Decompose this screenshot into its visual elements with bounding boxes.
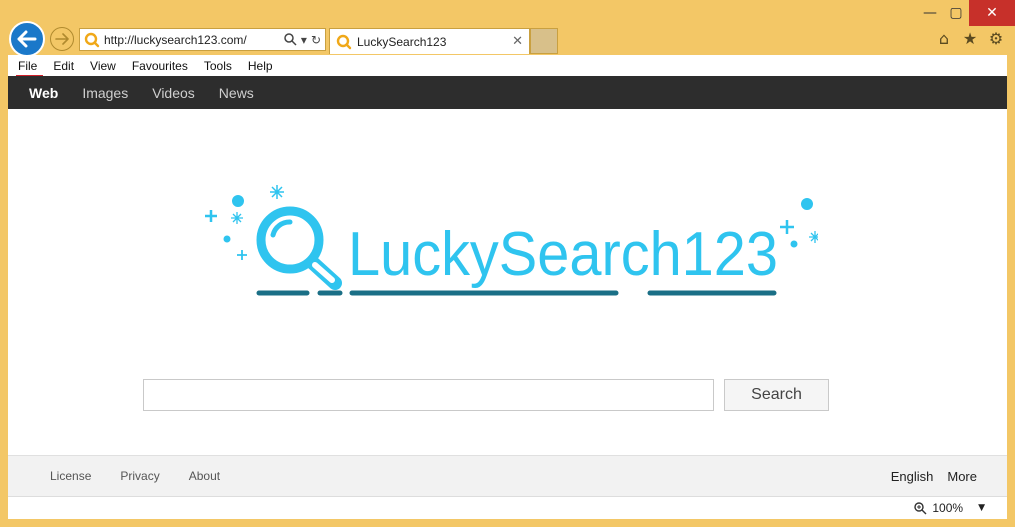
page-footer: License Privacy About English More	[8, 455, 1007, 496]
gear-icon[interactable]: ⚙	[987, 29, 1005, 48]
nav-videos[interactable]: Videos	[152, 85, 195, 101]
zoom-icon	[914, 501, 927, 514]
magnifier-icon[interactable]	[284, 33, 297, 46]
address-input[interactable]	[104, 32, 274, 47]
arrow-right-icon	[55, 33, 69, 45]
menu-view[interactable]: View	[90, 59, 116, 73]
footer-license-link[interactable]: License	[50, 469, 91, 483]
maximize-button[interactable]: ▢	[943, 0, 969, 26]
browser-toolbar-icons: ⌂ ★ ⚙	[935, 29, 1005, 48]
search-form: Search	[143, 379, 829, 411]
footer-more-link[interactable]: More	[947, 469, 977, 484]
home-icon[interactable]: ⌂	[935, 29, 953, 48]
page-viewport: Web Images Videos News LuckySearch123 Se…	[8, 76, 1007, 496]
menu-file[interactable]: File	[15, 59, 44, 77]
menu-bar: File Edit View Favourites Tools Help	[8, 55, 1007, 77]
forward-button[interactable]	[50, 27, 74, 51]
logo-wordmark: LuckySearch123	[348, 220, 778, 289]
search-nav-bar: Web Images Videos News	[8, 76, 1007, 109]
close-window-button[interactable]: ✕	[969, 0, 1015, 26]
refresh-icon[interactable]: ↻	[311, 33, 321, 47]
menu-tools[interactable]: Tools	[204, 59, 232, 73]
luckysearch-logo: LuckySearch123	[205, 185, 818, 296]
zoom-control[interactable]: 100% ▼	[914, 501, 985, 515]
new-tab-button[interactable]	[530, 28, 558, 54]
tab-title: LuckySearch123	[357, 34, 447, 49]
tab-favicon	[336, 34, 352, 49]
address-bar[interactable]: ▾ ↻	[79, 28, 326, 51]
status-bar: 100% ▼	[8, 496, 1007, 519]
chevron-down-icon[interactable]: ▼	[978, 503, 985, 513]
menu-favourites[interactable]: Favourites	[132, 59, 188, 73]
search-button[interactable]: Search	[724, 379, 829, 411]
site-favicon	[84, 32, 100, 47]
menu-edit[interactable]: Edit	[53, 59, 74, 73]
star-icon[interactable]: ★	[961, 29, 979, 48]
address-dropdown-icon[interactable]: ▾	[301, 33, 307, 47]
browser-tab[interactable]: LuckySearch123 ✕	[329, 28, 530, 54]
footer-about-link[interactable]: About	[189, 469, 220, 483]
window-controls: — ▢ ✕	[917, 0, 1015, 26]
search-input[interactable]	[143, 379, 714, 411]
tab-close-icon[interactable]: ✕	[512, 34, 523, 49]
zoom-level: 100%	[932, 501, 964, 515]
arrow-left-icon	[17, 30, 37, 48]
footer-privacy-link[interactable]: Privacy	[120, 469, 159, 483]
nav-images[interactable]: Images	[82, 85, 128, 101]
nav-news[interactable]: News	[219, 85, 254, 101]
nav-web[interactable]: Web	[29, 85, 58, 101]
back-button[interactable]	[9, 21, 45, 57]
footer-language-link[interactable]: English	[891, 469, 934, 484]
minimize-button[interactable]: —	[917, 0, 943, 26]
menu-help[interactable]: Help	[248, 59, 273, 73]
